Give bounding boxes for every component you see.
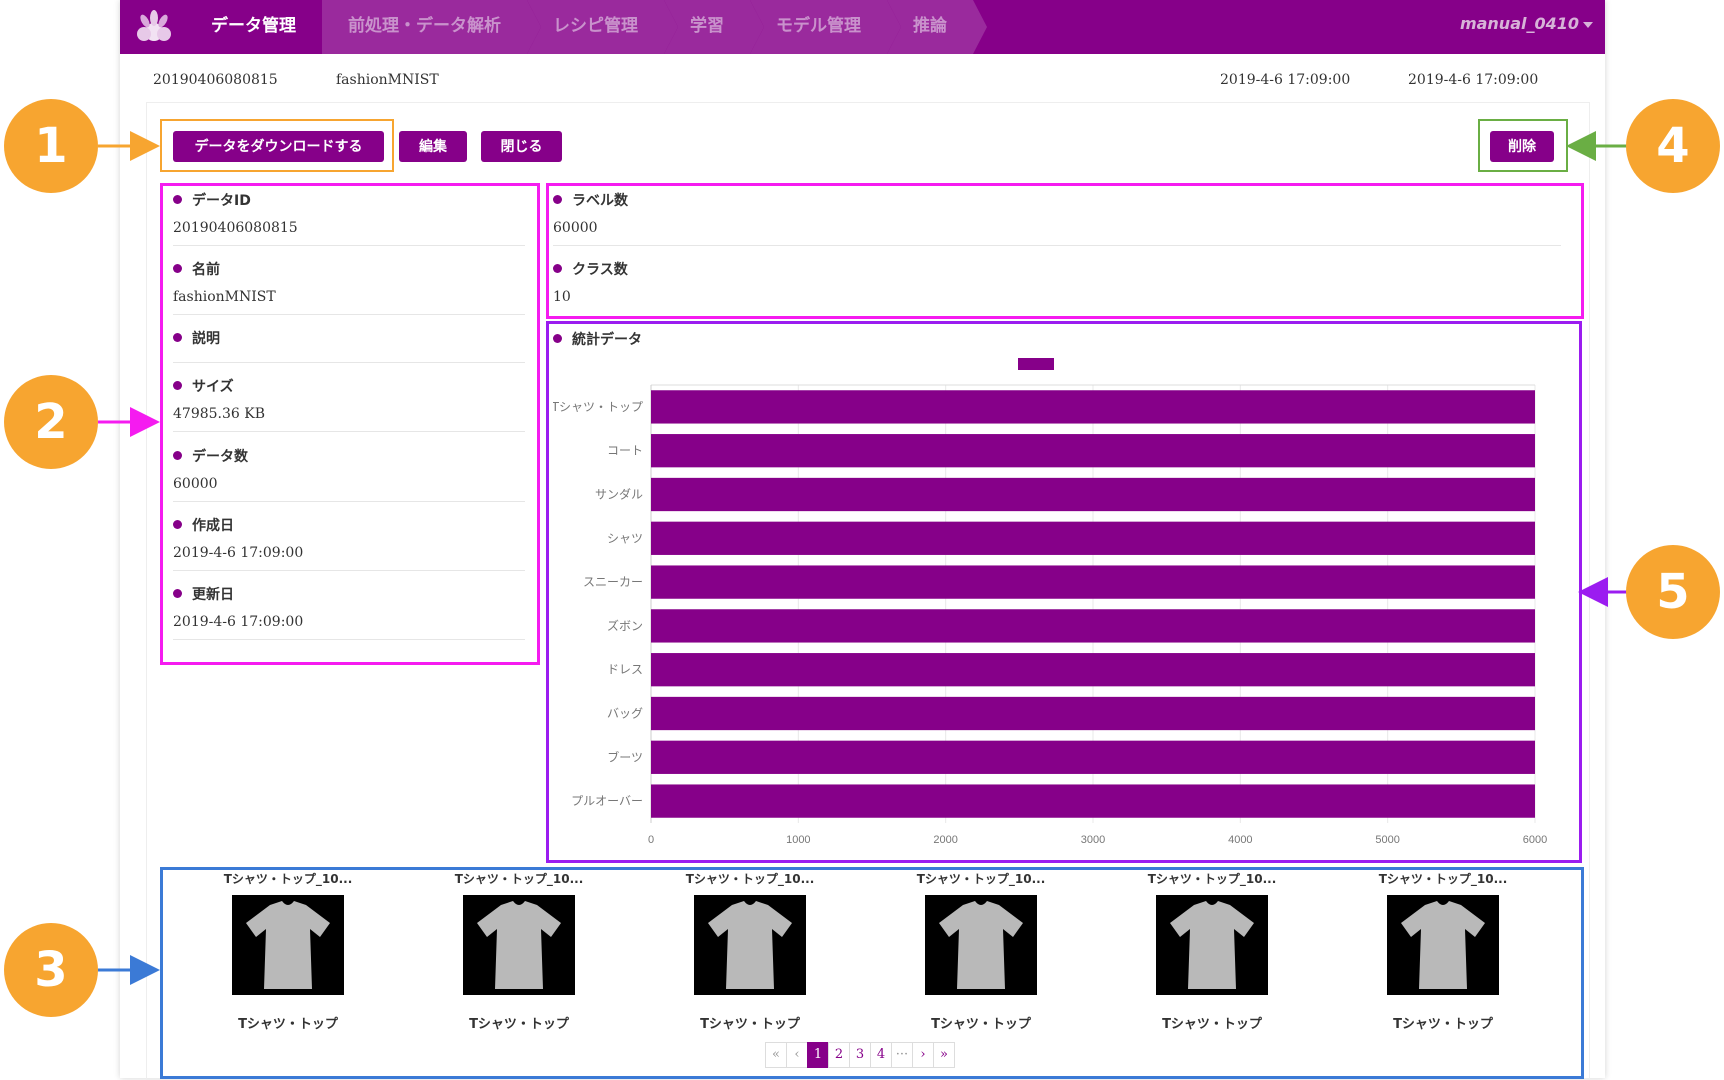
callout-2: 2 [4,375,98,469]
callout-arrows [98,131,1628,985]
callout-1: 1 [4,99,98,193]
callout-5: 5 [1626,545,1720,639]
callout-3: 3 [4,923,98,1017]
callout-4: 4 [1626,99,1720,193]
